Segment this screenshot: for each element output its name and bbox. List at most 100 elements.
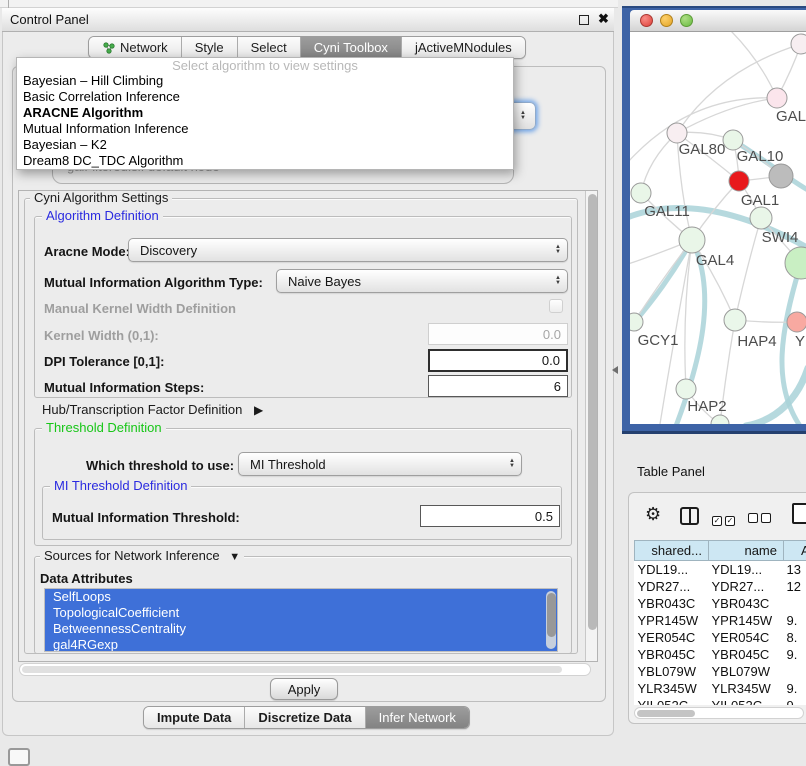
dropdown-item[interactable]: Basic Correlation Inference <box>17 89 513 105</box>
network-node[interactable] <box>631 183 651 203</box>
attribute-item[interactable]: SelfLoops <box>45 589 557 605</box>
minimized-panel-icon[interactable] <box>8 748 30 766</box>
tab-impute-data[interactable]: Impute Data <box>144 707 245 728</box>
table-row[interactable]: YIL052CYIL052C9. <box>635 697 806 706</box>
settings-vscrollbar[interactable] <box>585 191 597 661</box>
list-vscroll-thumb[interactable] <box>547 593 556 637</box>
tab-cyni-toolbox[interactable]: Cyni Toolbox <box>301 37 402 58</box>
node-label: HAP2 <box>687 398 726 415</box>
column-header-partial[interactable]: A <box>784 541 806 561</box>
control-panel-titlebar[interactable]: Control Panel ✖ <box>2 8 614 32</box>
network-node[interactable] <box>679 227 705 253</box>
table-cell: YBL079W <box>635 663 709 680</box>
float-icon[interactable] <box>579 15 589 25</box>
network-node[interactable] <box>729 171 749 191</box>
network-node[interactable] <box>676 379 696 399</box>
minimize-traffic-light[interactable] <box>660 14 673 27</box>
table-row[interactable]: YBL079WYBL079W <box>635 663 806 680</box>
hub-definition-expander[interactable]: Hub/Transcription Factor Definition ▶ <box>42 402 263 417</box>
table-row[interactable]: YBR043CYBR043C <box>635 595 806 612</box>
table-cell: YBR045C <box>635 646 709 663</box>
field-value: 0.0 <box>542 353 560 368</box>
mi-steps-field[interactable]: 6 <box>428 375 568 397</box>
dropdown-item[interactable]: Mutual Information Inference <box>17 121 513 137</box>
expand-right-icon[interactable]: ▶ <box>254 403 263 417</box>
data-attributes-list[interactable]: SelfLoopsTopologicalCoefficientBetweenne… <box>44 588 558 652</box>
manual-kernel-checkbox[interactable] <box>549 299 563 313</box>
network-node[interactable] <box>767 88 787 108</box>
checked-boxes-icon[interactable]: ✓✓ <box>712 511 738 526</box>
table-row[interactable]: YDR27...YDR27...12 <box>635 578 806 595</box>
network-node[interactable] <box>711 415 729 424</box>
column-header-shared-name[interactable]: shared... <box>635 541 709 561</box>
attribute-item[interactable]: gal4RGexp <box>45 637 557 652</box>
network-canvas[interactable]: GALGAL80GAL10GAL1GAL11SWI4GAL4GCY1HAP4YH… <box>630 32 806 424</box>
field-value: 0.0 <box>543 327 561 342</box>
unchecked-boxes-icon[interactable] <box>748 511 774 526</box>
table-row[interactable]: YER054CYER054C8. <box>635 629 806 646</box>
table-cell: YDR27... <box>635 578 709 595</box>
network-edge <box>677 98 777 133</box>
apply-button[interactable]: Apply <box>270 678 338 700</box>
close-traffic-light[interactable] <box>640 14 653 27</box>
page-icon[interactable] <box>792 503 806 524</box>
network-node[interactable] <box>787 312 806 332</box>
dropdown-item[interactable]: Dream8 DC_TDC Algorithm <box>17 153 513 169</box>
dropdown-item[interactable]: Bayesian – K2 <box>17 137 513 153</box>
attribute-item[interactable]: BetweennessCentrality <box>45 621 557 637</box>
dropdown-prompt: Select algorithm to view settings <box>17 58 513 73</box>
mi-threshold-field[interactable]: 0.5 <box>420 505 560 527</box>
network-node[interactable] <box>630 313 643 331</box>
network-node[interactable] <box>785 247 806 279</box>
network-window-titlebar[interactable] <box>630 10 806 32</box>
table-cell: 13 <box>784 561 806 578</box>
collapse-down-icon[interactable]: ▼ <box>229 551 240 563</box>
network-node[interactable] <box>750 207 772 229</box>
tab-network[interactable]: Network <box>89 37 182 58</box>
table-cell: YBR045C <box>709 646 784 663</box>
top-strip <box>0 0 618 8</box>
network-node[interactable] <box>791 34 806 54</box>
aracne-mode-combo[interactable]: Discovery ▲▼ <box>128 238 568 262</box>
table-cell <box>784 663 806 680</box>
settings-hscrollbar[interactable] <box>19 663 591 676</box>
hscroll-thumb[interactable] <box>22 666 562 673</box>
node-label: Y <box>795 333 805 350</box>
close-icon[interactable]: ✖ <box>598 11 609 27</box>
dropdown-item[interactable]: ARACNE Algorithm <box>17 105 513 121</box>
table-cell: YLR345W <box>709 680 784 697</box>
attribute-item[interactable]: TopologicalCoefficient <box>45 605 557 621</box>
table-row[interactable]: YDL19...YDL19...13 <box>635 561 806 578</box>
tab-infer-network[interactable]: Infer Network <box>366 707 469 728</box>
tab-discretize-data[interactable]: Discretize Data <box>245 707 365 728</box>
tab-select[interactable]: Select <box>238 37 301 58</box>
gear-icon[interactable]: ⚙ <box>645 504 661 525</box>
column-view-icon[interactable] <box>680 507 699 525</box>
tab-jactivemnodules[interactable]: jActiveMNodules <box>402 37 525 58</box>
mi-type-combo[interactable]: Naive Bayes ▲▼ <box>276 269 568 293</box>
algorithm-definition-title: Algorithm Definition <box>42 209 163 223</box>
network-node[interactable] <box>724 309 746 331</box>
tab-style[interactable]: Style <box>182 37 238 58</box>
table-hscroll-thumb[interactable] <box>637 710 695 717</box>
zoom-traffic-light[interactable] <box>680 14 693 27</box>
table-row[interactable]: YBR045CYBR045C9. <box>635 646 806 663</box>
list-vscrollbar[interactable] <box>546 591 556 649</box>
network-node[interactable] <box>667 123 687 143</box>
network-node[interactable] <box>723 130 743 150</box>
which-threshold-combo[interactable]: MI Threshold ▲▼ <box>238 452 522 476</box>
column-header-name[interactable]: name <box>709 541 784 561</box>
table-row[interactable]: YLR345WYLR345W9. <box>635 680 806 697</box>
dropdown-item[interactable]: Bayesian – Hill Climbing <box>17 73 513 89</box>
vscroll-thumb[interactable] <box>588 194 597 630</box>
kernel-width-field[interactable]: 0.0 <box>428 323 568 345</box>
divider-collapse-icon[interactable] <box>612 366 618 374</box>
dpi-tolerance-field[interactable]: 0.0 <box>428 349 568 372</box>
node-table-container: shared... name A YDL19...YDL19...13YDR27… <box>634 540 806 705</box>
network-node[interactable] <box>769 164 793 188</box>
apply-label: Apply <box>288 682 321 697</box>
node-label: GCY1 <box>638 332 679 349</box>
table-row[interactable]: YPR145WYPR145W9. <box>635 612 806 629</box>
table-hscrollbar[interactable] <box>634 707 804 719</box>
stepper-icon: ▲▼ <box>555 276 561 286</box>
